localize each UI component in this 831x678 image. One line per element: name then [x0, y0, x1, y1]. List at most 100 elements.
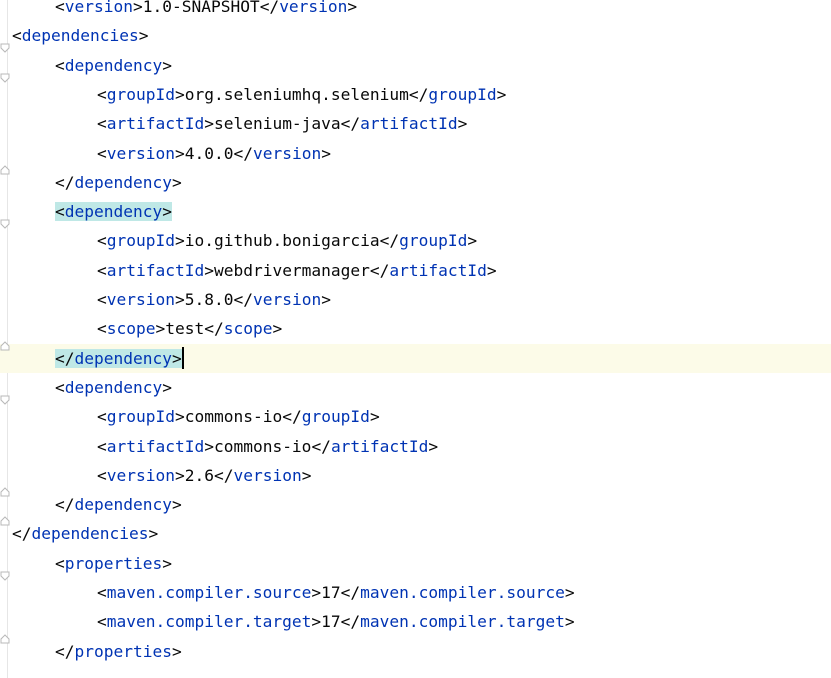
- xml-bracket: >: [174, 290, 185, 309]
- xml-tag-name: dependency: [64, 202, 163, 222]
- line-content: <scope>test</scope>: [97, 314, 282, 343]
- xml-text: org.seleniumhq.selenium: [184, 84, 409, 104]
- code-line[interactable]: <scope>test</scope>: [0, 314, 831, 343]
- line-content: <dependency>: [55, 51, 172, 80]
- xml-text: 17: [321, 583, 341, 602]
- xml-bracket: >: [311, 612, 322, 632]
- xml-bracket: <: [12, 26, 22, 46]
- xml-bracket: >: [174, 465, 185, 485]
- xml-tag-name: groupId: [301, 407, 370, 427]
- code-line[interactable]: <artifactId>webdrivermanager</artifactId…: [0, 256, 831, 285]
- line-content: <groupId>io.github.bonigarcia</groupId>: [97, 226, 477, 255]
- xml-tag-name: artifactId: [106, 260, 205, 280]
- xml-bracket: >: [564, 612, 575, 632]
- xml-tag-name: groupId: [428, 84, 497, 104]
- xml-bracket: </: [55, 348, 75, 368]
- fold-close-icon[interactable]: [0, 516, 10, 526]
- fold-close-icon[interactable]: [0, 633, 10, 644]
- xml-bracket: >: [162, 55, 172, 75]
- xml-tag-name: artifactId: [106, 114, 205, 134]
- xml-text: 4.0.0: [184, 143, 234, 163]
- xml-bracket: >: [174, 143, 185, 163]
- line-content: </dependency>: [55, 344, 184, 373]
- xml-tag-name: scope: [223, 319, 273, 339]
- xml-tag-name: version: [252, 290, 322, 309]
- code-line[interactable]: </dependencies>: [0, 516, 831, 548]
- xml-tag-name: version: [279, 0, 348, 16]
- xml-tag-name: scope: [106, 319, 156, 339]
- xml-bracket: >: [171, 172, 182, 192]
- xml-text: webdrivermanager: [213, 260, 370, 280]
- xml-bracket: </: [408, 84, 429, 104]
- xml-bracket: >: [496, 84, 507, 104]
- code-editor[interactable]: <version>1.0-SNAPSHOT</version> <dependen…: [0, 0, 831, 678]
- xml-tag-name: properties: [64, 553, 163, 573]
- code-line[interactable]: </dependency>: [0, 165, 831, 197]
- xml-bracket: <: [97, 260, 107, 280]
- xml-bracket: </: [340, 612, 361, 632]
- line-content: <version>1.0-SNAPSHOT</version>: [55, 0, 357, 21]
- xml-bracket: >: [272, 319, 283, 339]
- line-content: </properties>: [55, 637, 182, 666]
- xml-bracket: >: [174, 407, 185, 427]
- code-line[interactable]: </dependency>: [0, 487, 831, 519]
- line-content: <artifactId>selenium-java</artifactId>: [97, 109, 467, 138]
- xml-tag-name: version: [233, 465, 302, 485]
- xml-tag-name: maven.compiler.source: [360, 583, 565, 602]
- code-line[interactable]: <version>2.6</version>: [0, 461, 831, 490]
- xml-text: 17: [321, 612, 341, 632]
- code-line[interactable]: <dependency>: [0, 197, 831, 229]
- fold-close-icon[interactable]: [0, 165, 10, 175]
- xml-bracket: <: [55, 55, 65, 75]
- code-line[interactable]: <dependencies>: [0, 21, 831, 54]
- fold-close-icon[interactable]: [0, 340, 10, 351]
- fold-close-icon[interactable]: [0, 487, 10, 497]
- line-content: <groupId>org.seleniumhq.selenium</groupI…: [97, 80, 506, 109]
- xml-tag-name: dependency: [64, 55, 163, 75]
- xml-tag-name: dependency: [74, 348, 172, 368]
- code-line[interactable]: </properties>: [0, 633, 831, 666]
- xml-bracket: <: [55, 377, 65, 397]
- code-line[interactable]: </dependency>: [0, 340, 831, 373]
- xml-bracket: </: [55, 172, 75, 192]
- code-line[interactable]: <groupId>io.github.bonigarcia</groupId>: [0, 226, 831, 255]
- xml-text: commons-io: [184, 407, 283, 427]
- text-caret: [181, 346, 184, 369]
- xml-tag-name: groupId: [399, 231, 468, 251]
- code-line[interactable]: <artifactId>selenium-java</artifactId>: [0, 109, 831, 138]
- xml-bracket: <: [97, 290, 107, 309]
- code-line[interactable]: <groupId>org.seleniumhq.selenium</groupI…: [0, 80, 831, 109]
- code-line[interactable]: <groupId>commons-io</groupId>: [0, 402, 831, 431]
- line-content: <version>4.0.0</version>: [97, 139, 331, 168]
- xml-text: commons-io: [213, 436, 312, 456]
- code-line[interactable]: <properties>: [0, 549, 831, 581]
- xml-bracket: </: [340, 583, 361, 602]
- xml-bracket: >: [204, 436, 214, 456]
- code-line[interactable]: <version>4.0.0</version>: [0, 139, 831, 168]
- xml-bracket: <: [55, 553, 65, 573]
- xml-bracket: </: [55, 641, 75, 661]
- code-line[interactable]: <maven.compiler.target>17</maven.compile…: [0, 607, 831, 636]
- xml-text: 1.0-SNAPSHOT: [142, 0, 260, 16]
- xml-tag-name: artifactId: [106, 436, 205, 456]
- xml-bracket: >: [457, 114, 468, 134]
- code-line[interactable]: <artifactId>commons-io</artifactId>: [0, 432, 831, 461]
- xml-bracket: >: [171, 495, 182, 515]
- xml-bracket: </: [12, 524, 32, 544]
- xml-bracket: >: [138, 26, 149, 46]
- xml-bracket: </: [204, 319, 224, 339]
- xml-tag-name: groupId: [106, 84, 175, 104]
- code-line[interactable]: <version>1.0-SNAPSHOT</version>: [0, 0, 831, 21]
- xml-bracket: </: [340, 114, 361, 134]
- code-line[interactable]: <dependency>: [0, 373, 831, 405]
- line-content: <dependencies>: [12, 21, 148, 50]
- line-content: <version>5.8.0</version>: [97, 285, 331, 314]
- line-content: <dependency>: [55, 197, 172, 226]
- line-content: <dependency>: [55, 373, 172, 402]
- xml-bracket: >: [321, 143, 331, 163]
- xml-bracket: </: [213, 465, 234, 485]
- code-line[interactable]: <dependency>: [0, 51, 831, 83]
- xml-tag-name: artifactId: [360, 114, 458, 134]
- code-line[interactable]: <maven.compiler.source>17</maven.compile…: [0, 578, 831, 607]
- code-line[interactable]: <version>5.8.0</version>: [0, 285, 831, 314]
